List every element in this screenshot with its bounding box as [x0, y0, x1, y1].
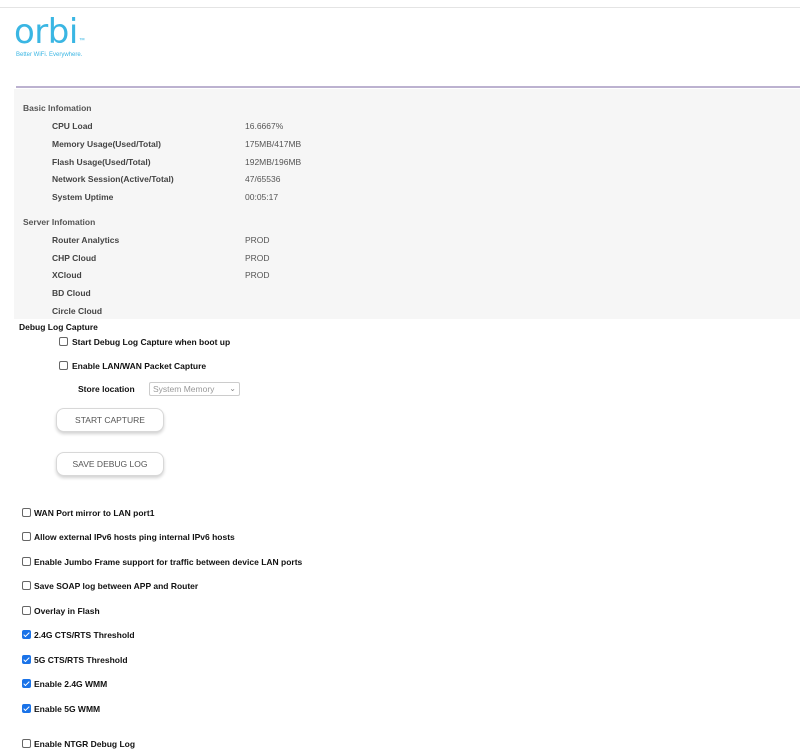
- xcloud-label: XCloud: [52, 270, 82, 280]
- circle-cloud-label: Circle Cloud: [52, 306, 103, 316]
- wmm-5g-label[interactable]: Enable 5G WMM: [34, 704, 100, 714]
- memory-usage-value: 175MB/417MB: [245, 139, 302, 149]
- overlay-flash-label[interactable]: Overlay in Flash: [34, 606, 100, 616]
- chp-cloud-label: CHP Cloud: [52, 253, 97, 263]
- wmm-5g-checkbox[interactable]: [22, 704, 31, 713]
- server-info-title: Server Infomation: [23, 217, 96, 227]
- network-session-value: 47/65536: [245, 174, 281, 184]
- cpu-load-value: 16.6667%: [245, 121, 284, 131]
- ipv6-ping-label[interactable]: Allow external IPv6 hosts ping internal …: [34, 532, 235, 542]
- logo-tagline: Better WiFi. Everywhere.: [16, 52, 83, 58]
- ipv6-ping-checkbox[interactable]: [22, 532, 31, 541]
- packet-capture-label[interactable]: Enable LAN/WAN Packet Capture: [72, 361, 206, 371]
- store-location-select[interactable]: System Memory ⌄: [149, 382, 240, 396]
- ntgr-debug-log-checkbox[interactable]: [22, 739, 31, 748]
- cts-rts-24g-checkbox[interactable]: [22, 630, 31, 639]
- memory-usage-label: Memory Usage(Used/Total): [52, 139, 161, 149]
- network-session-label: Network Session(Active/Total): [52, 174, 174, 184]
- jumbo-frame-checkbox[interactable]: [22, 557, 31, 566]
- cts-rts-5g-checkbox[interactable]: [22, 655, 31, 664]
- router-analytics-value: PROD: [245, 235, 270, 245]
- start-debug-on-boot-label[interactable]: Start Debug Log Capture when boot up: [72, 337, 230, 347]
- wan-mirror-label[interactable]: WAN Port mirror to LAN port1: [34, 508, 154, 518]
- cts-rts-24g-label[interactable]: 2.4G CTS/RTS Threshold: [34, 630, 135, 640]
- system-uptime-value: 00:05:17: [245, 192, 279, 202]
- soap-log-label[interactable]: Save SOAP log between APP and Router: [34, 581, 198, 591]
- chevron-down-icon: ⌄: [229, 384, 236, 393]
- ntgr-debug-log-label[interactable]: Enable NTGR Debug Log: [34, 739, 135, 749]
- soap-log-checkbox[interactable]: [22, 581, 31, 590]
- flash-usage-value: 192MB/196MB: [245, 157, 302, 167]
- logo-wordmark: orbi: [14, 12, 78, 52]
- save-debug-log-button[interactable]: SAVE DEBUG LOG: [56, 452, 164, 476]
- basic-info-title: Basic Infomation: [23, 103, 92, 113]
- cts-rts-5g-label[interactable]: 5G CTS/RTS Threshold: [34, 655, 128, 665]
- bd-cloud-label: BD Cloud: [52, 288, 91, 298]
- info-panel: [14, 89, 800, 319]
- store-location-label: Store location: [78, 384, 135, 394]
- router-analytics-label: Router Analytics: [52, 235, 120, 245]
- header-divider: [16, 86, 800, 88]
- wan-mirror-checkbox[interactable]: [22, 508, 31, 517]
- logo-trademark: ™: [78, 38, 85, 44]
- debug-log-capture-title: Debug Log Capture: [19, 322, 98, 332]
- system-uptime-label: System Uptime: [52, 192, 114, 202]
- chp-cloud-value: PROD: [245, 253, 270, 263]
- xcloud-value: PROD: [245, 270, 270, 280]
- jumbo-frame-label[interactable]: Enable Jumbo Frame support for traffic b…: [34, 557, 302, 567]
- start-capture-button[interactable]: START CAPTURE: [56, 408, 164, 432]
- start-debug-on-boot-checkbox[interactable]: [59, 337, 68, 346]
- top-divider: [0, 7, 800, 8]
- orbi-logo: orbi™ Better WiFi. Everywhere.: [14, 14, 85, 58]
- store-location-value: System Memory: [153, 384, 215, 394]
- overlay-flash-checkbox[interactable]: [22, 606, 31, 615]
- wmm-24g-checkbox[interactable]: [22, 679, 31, 688]
- wmm-24g-label[interactable]: Enable 2.4G WMM: [34, 679, 107, 689]
- packet-capture-checkbox[interactable]: [59, 361, 68, 370]
- flash-usage-label: Flash Usage(Used/Total): [52, 157, 151, 167]
- cpu-load-label: CPU Load: [52, 121, 93, 131]
